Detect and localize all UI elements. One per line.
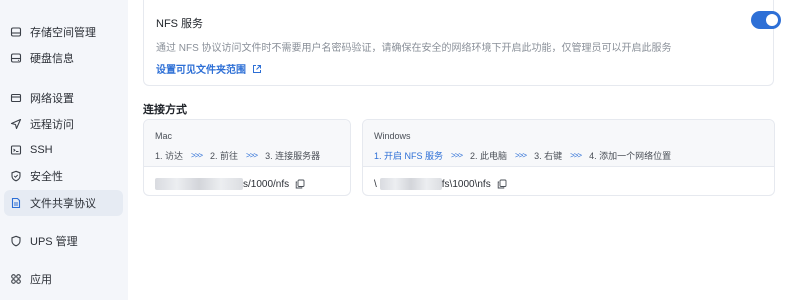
- chevrons-right-icon: >>>: [515, 151, 527, 160]
- mac-label: Mac: [155, 131, 173, 141]
- sidebar-item-network[interactable]: 网络设置: [4, 85, 123, 111]
- mac-step-3: 3. 连接服务器: [265, 151, 321, 161]
- main-content: NFS 服务 通过 NFS 协议访问文件时不需要用户名密码验证，请确保在安全的网…: [128, 0, 790, 300]
- storage-icon: [10, 26, 22, 38]
- windows-path-prefix: \: [374, 178, 377, 190]
- mac-step-2: 2. 前往: [210, 151, 239, 161]
- windows-path-text: fs\1000\nfs: [441, 178, 491, 190]
- sidebar-item-label: 硬盘信息: [30, 53, 74, 65]
- redacted-host: [155, 178, 243, 190]
- link-label: 设置可见文件夹范围: [156, 65, 246, 76]
- sidebar: 存储空间管理 硬盘信息 网络设置 远程访问 SSH 安全性 文件共享协议 UPS…: [0, 0, 128, 300]
- sidebar-item-file-share[interactable]: 文件共享协议: [4, 190, 123, 216]
- set-visible-folders-link[interactable]: 设置可见文件夹范围: [156, 61, 262, 76]
- apps-icon: [10, 273, 22, 285]
- network-icon: [10, 92, 22, 104]
- nfs-toggle[interactable]: [751, 11, 781, 29]
- mac-path: s/1000/nfs: [155, 178, 305, 190]
- disk-icon: [10, 52, 22, 64]
- chevrons-right-icon: >>>: [451, 151, 463, 160]
- mac-steps: 1. 访达 >>> 2. 前往 >>> 3. 连接服务器: [155, 149, 320, 162]
- copy-icon[interactable]: [295, 179, 305, 189]
- sidebar-item-storage[interactable]: 存储空间管理: [4, 19, 123, 45]
- chevrons-right-icon: >>>: [191, 151, 203, 160]
- sidebar-item-remote[interactable]: 远程访问: [4, 111, 123, 137]
- sidebar-item-label: 应用: [30, 274, 52, 286]
- ssh-icon: [10, 144, 22, 156]
- windows-path: \ fs\1000\nfs: [374, 178, 507, 190]
- windows-step-4: 4. 添加一个网络位置: [589, 151, 672, 161]
- sidebar-item-disk[interactable]: 硬盘信息: [4, 45, 123, 71]
- mac-connection-header: Mac 1. 访达 >>> 2. 前往 >>> 3. 连接服务器: [144, 120, 350, 167]
- mac-step-1: 1. 访达: [155, 151, 184, 161]
- connection-section-title: 连接方式: [143, 104, 187, 116]
- mac-path-text: s/1000/nfs: [243, 178, 290, 190]
- ups-icon: [10, 235, 22, 247]
- sidebar-item-label: 安全性: [30, 171, 63, 183]
- file-share-icon: [10, 197, 22, 209]
- chevrons-right-icon: >>>: [570, 151, 582, 160]
- windows-connection-header: Windows 1. 开启 NFS 服务 >>> 2. 此电脑 >>> 3. 右…: [363, 120, 774, 167]
- windows-step-1-link[interactable]: 1. 开启 NFS 服务: [374, 149, 443, 162]
- chevrons-right-icon: >>>: [246, 151, 258, 160]
- mac-connection-card: Mac 1. 访达 >>> 2. 前往 >>> 3. 连接服务器 s/1000/…: [143, 119, 351, 196]
- windows-label: Windows: [374, 131, 411, 141]
- sidebar-item-ups[interactable]: UPS 管理: [4, 228, 123, 254]
- windows-steps: 1. 开启 NFS 服务 >>> 2. 此电脑 >>> 3. 右键 >>> 4.…: [374, 149, 671, 162]
- nfs-service-card: NFS 服务 通过 NFS 协议访问文件时不需要用户名密码验证，请确保在安全的网…: [143, 0, 781, 86]
- sidebar-item-label: SSH: [30, 144, 53, 156]
- sidebar-item-label: 存储空间管理: [30, 27, 96, 39]
- redacted-host: [379, 178, 442, 190]
- toggle-knob: [766, 14, 778, 26]
- windows-step-3: 3. 右键: [534, 151, 563, 161]
- sidebar-item-security[interactable]: 安全性: [4, 163, 123, 189]
- sidebar-item-label: 文件共享协议: [30, 198, 96, 210]
- sidebar-item-label: 网络设置: [30, 93, 74, 105]
- sidebar-item-apps[interactable]: 应用: [4, 266, 123, 292]
- nfs-description: 通过 NFS 协议访问文件时不需要用户名密码验证，请确保在安全的网络环境下开启此…: [156, 43, 672, 54]
- sidebar-item-label: 远程访问: [30, 119, 74, 131]
- windows-connection-card: Windows 1. 开启 NFS 服务 >>> 2. 此电脑 >>> 3. 右…: [362, 119, 775, 196]
- shield-icon: [10, 170, 22, 182]
- remote-icon: [10, 118, 22, 130]
- nfs-title: NFS 服务: [156, 18, 204, 30]
- copy-icon[interactable]: [497, 179, 507, 189]
- external-link-icon: [252, 64, 262, 74]
- sidebar-item-label: UPS 管理: [30, 236, 78, 248]
- sidebar-item-ssh[interactable]: SSH: [4, 137, 123, 163]
- windows-step-2: 2. 此电脑: [470, 151, 508, 161]
